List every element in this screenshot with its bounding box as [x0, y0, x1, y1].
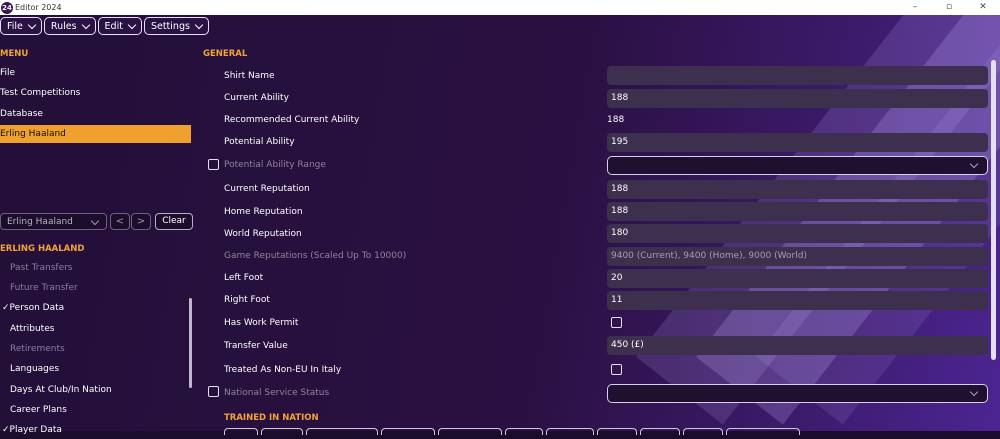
- clear-button[interactable]: Clear: [155, 213, 193, 230]
- world-reputation-input[interactable]: 180: [607, 224, 988, 243]
- tree-item-player-data[interactable]: ✓Player Data: [2, 421, 62, 439]
- sidebar-item-database[interactable]: Database: [0, 105, 191, 123]
- edit-menu-button[interactable]: Edit: [97, 17, 142, 35]
- home-reputation-input[interactable]: 188: [607, 202, 988, 221]
- tab-stub[interactable]: [505, 428, 543, 435]
- right-foot-label: Right Foot: [224, 295, 270, 305]
- menu-heading: MENU: [0, 49, 29, 59]
- shirt-name-label: Shirt Name: [224, 71, 275, 81]
- window-titlebar: 24 Editor 2024 – ▫ ✕: [0, 0, 1000, 15]
- expand-chevron-icon: ✓: [2, 425, 10, 435]
- edit-menu-label: Edit: [104, 20, 123, 32]
- chevron-down-icon: [90, 216, 100, 226]
- tab-stub[interactable]: [381, 428, 435, 435]
- tab-stub[interactable]: [726, 428, 800, 435]
- chevron-down-icon: [27, 20, 37, 29]
- settings-menu-label: Settings: [150, 20, 190, 32]
- current-ability-label: Current Ability: [224, 93, 289, 103]
- trained-in-nation-heading: TRAINED IN NATION: [224, 413, 319, 423]
- current-reputation-label: Current Reputation: [224, 184, 310, 194]
- home-reputation-label: Home Reputation: [224, 207, 303, 217]
- tree-item-career-plans[interactable]: Career Plans: [10, 401, 67, 419]
- national-service-label: National Service Status: [224, 388, 330, 398]
- player-select-value: Erling Haaland: [7, 217, 73, 227]
- potential-ability-label: Potential Ability: [224, 137, 295, 147]
- game-reputations-label: Game Reputations (Scaled Up To 10000): [224, 251, 407, 261]
- work-permit-checkbox[interactable]: [611, 317, 622, 328]
- tab-stub[interactable]: [683, 428, 723, 435]
- tree-item-retirements[interactable]: Retirements: [10, 340, 65, 358]
- window-controls: – ▫ ✕: [898, 0, 1000, 15]
- transfer-value-input[interactable]: 450 (£): [607, 336, 988, 355]
- national-service-checkbox[interactable]: [208, 386, 219, 397]
- settings-menu-button[interactable]: Settings: [143, 17, 209, 35]
- tree-item-past-transfers[interactable]: Past Transfers: [10, 259, 73, 277]
- window-title: Editor 2024: [15, 3, 62, 12]
- tree-item-person-data[interactable]: ✓Person Data: [2, 299, 64, 317]
- work-permit-label: Has Work Permit: [224, 318, 299, 328]
- tree-item-player-data-label: Player Data: [9, 425, 62, 435]
- expand-chevron-icon: ✓: [2, 303, 10, 313]
- file-menu-label: File: [7, 20, 23, 32]
- non-eu-italy-checkbox[interactable]: [611, 364, 622, 375]
- tab-stub[interactable]: [597, 428, 637, 435]
- sidebar-scrollbar[interactable]: [189, 298, 192, 388]
- file-menu-button[interactable]: File: [0, 17, 42, 35]
- sidebar-item-erling-haaland[interactable]: Erling Haaland: [0, 125, 191, 143]
- minimize-button[interactable]: –: [898, 0, 932, 15]
- potential-ability-input[interactable]: 195: [607, 133, 988, 152]
- national-service-dropdown[interactable]: [607, 384, 988, 403]
- tab-stub[interactable]: [546, 428, 594, 435]
- tree-item-days-at-club[interactable]: Days At Club/In Nation: [10, 381, 112, 399]
- chevron-down-icon: [194, 20, 204, 29]
- right-foot-input[interactable]: 11: [607, 291, 988, 310]
- tree-item-person-data-label: Person Data: [9, 303, 65, 313]
- next-player-button[interactable]: >: [131, 213, 151, 230]
- recommended-ca-label: Recommended Current Ability: [224, 115, 360, 125]
- main-scrollbar[interactable]: [991, 60, 996, 360]
- left-foot-input[interactable]: 20: [607, 269, 988, 288]
- non-eu-italy-label: Treated As Non-EU In Italy: [224, 365, 342, 375]
- tree-item-attributes[interactable]: Attributes: [10, 320, 54, 338]
- general-heading: GENERAL: [203, 49, 248, 59]
- left-foot-label: Left Foot: [224, 273, 264, 283]
- chevron-down-icon: [127, 20, 137, 29]
- rules-menu-label: Rules: [50, 20, 77, 32]
- transfer-value-label: Transfer Value: [224, 341, 288, 351]
- tab-stub[interactable]: [640, 428, 680, 435]
- tree-item-future-transfer[interactable]: Future Transfer: [10, 279, 78, 297]
- game-reputations-value: 9400 (Current), 9400 (Home), 9000 (World…: [607, 247, 988, 266]
- chevron-down-icon: [969, 159, 979, 169]
- tab-stub[interactable]: [306, 428, 378, 435]
- current-ability-input[interactable]: 188: [607, 89, 988, 108]
- player-select[interactable]: Erling Haaland: [0, 213, 107, 230]
- current-reputation-input[interactable]: 188: [607, 180, 988, 199]
- chevron-down-icon: [969, 387, 979, 397]
- tree-item-languages[interactable]: Languages: [10, 360, 59, 378]
- trained-in-nation-tabs: [224, 428, 800, 435]
- maximize-button[interactable]: ▫: [932, 0, 966, 15]
- sidebar-item-test-competitions[interactable]: Test Competitions: [0, 84, 191, 102]
- app-logo-icon: 24: [1, 1, 13, 14]
- shirt-name-input[interactable]: [607, 66, 988, 85]
- pa-range-label: Potential Ability Range: [224, 160, 326, 170]
- pa-range-checkbox[interactable]: [208, 159, 219, 170]
- tab-stub[interactable]: [438, 428, 502, 435]
- player-heading: ERLING HAALAND: [0, 244, 85, 254]
- recommended-ca-value: 188: [607, 115, 625, 125]
- previous-player-button[interactable]: <: [110, 213, 130, 230]
- tab-stub[interactable]: [261, 428, 303, 435]
- rules-menu-button[interactable]: Rules: [43, 17, 96, 35]
- pa-range-dropdown[interactable]: [607, 156, 988, 175]
- close-button[interactable]: ✕: [966, 0, 1000, 15]
- tab-stub[interactable]: [224, 428, 258, 435]
- menu-bar: File Rules Edit Settings: [0, 17, 209, 35]
- sidebar-item-file[interactable]: File: [0, 64, 191, 82]
- chevron-down-icon: [81, 20, 90, 29]
- world-reputation-label: World Reputation: [224, 229, 302, 239]
